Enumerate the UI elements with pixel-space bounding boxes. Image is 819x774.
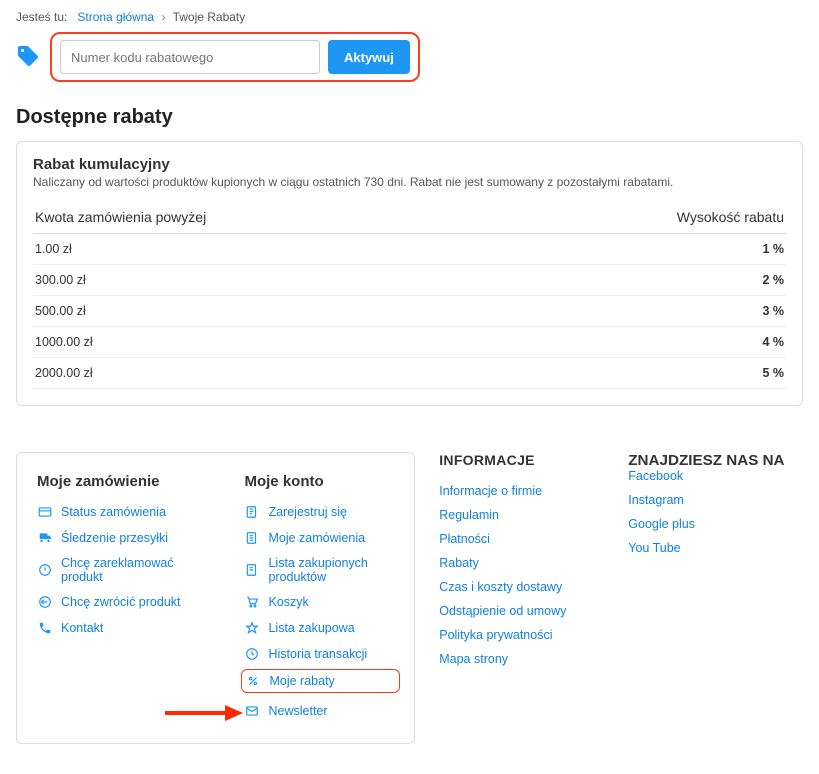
orders-icon [244,530,260,546]
truck-icon [37,530,53,546]
info-link[interactable]: Polityka prywatności [439,628,552,642]
table-row: 1000.00 zł4 % [33,327,786,358]
register-icon [244,504,260,520]
rabat-col-left: Kwota zamówienia powyżej [33,203,494,234]
info-link[interactable]: Czas i koszty dostawy [439,580,562,594]
table-row: 2000.00 zł5 % [33,358,786,389]
info-col: INFORMACJE Informacje o firmie Regulamin… [439,452,604,676]
social-col: ZNAJDZIESZ NAS NA Facebook Instagram Goo… [628,452,803,565]
promo-code-box: Aktywuj [50,32,420,82]
wishlist-link[interactable]: Lista zakupowa [268,621,354,635]
social-link[interactable]: Facebook [628,469,683,483]
list-item: Chcę zwrócić produkt [37,594,184,610]
table-row: 1.00 zł1 % [33,234,786,265]
list-item: Śledzenie przesyłki [37,530,184,546]
breadcrumb-sep: › [161,10,165,24]
breadcrumb-current: Twoje Rabaty [173,10,246,24]
table-row: 300.00 zł2 % [33,265,786,296]
cart-icon [244,594,260,610]
order-title: Moje zamówienie [37,473,184,490]
list-item: Kontakt [37,620,184,636]
return-icon [37,594,53,610]
list-item: Moje rabaty [241,669,400,693]
list-item: Zarejestruj się [244,504,394,520]
star-icon [244,620,260,636]
social-title: ZNAJDZIESZ NAS NA [628,452,803,469]
list-item: Status zamówienia [37,504,184,520]
order-col: Moje zamówienie Status zamówienia Śledze… [37,473,184,729]
history-link[interactable]: Historia transakcji [268,647,367,661]
info-link[interactable]: Mapa strony [439,652,508,666]
info-title: INFORMACJE [439,452,604,468]
list-item: Koszyk [244,594,394,610]
info-link[interactable]: Regulamin [439,508,499,522]
activate-button[interactable]: Aktywuj [328,40,410,74]
account-title: Moje konto [244,473,394,490]
discount-icon [245,673,261,689]
contact-link[interactable]: Kontakt [61,621,103,635]
social-link[interactable]: You Tube [628,541,680,555]
info-link[interactable]: Informacje o firmie [439,484,542,498]
table-row: 500.00 zł3 % [33,296,786,327]
breadcrumb-label: Jesteś tu: [16,10,67,24]
list-item: Newsletter [244,703,394,719]
account-col: Moje konto Zarejestruj się Moje zamówien… [244,473,394,729]
promo-row: Aktywuj [16,32,803,82]
card-icon [37,504,53,520]
social-link[interactable]: Google plus [628,517,695,531]
left-panel: Moje zamówienie Status zamówienia Śledze… [16,452,415,744]
return-link[interactable]: Chcę zwrócić produkt [61,595,181,609]
arrow-annotation-icon [165,703,243,723]
list-item: Moje zamówienia [244,530,394,546]
order-status-link[interactable]: Status zamówienia [61,505,166,519]
breadcrumb: Jesteś tu: Strona główna › Twoje Rabaty [16,10,803,24]
cart-link[interactable]: Koszyk [268,595,308,609]
rabat-table: Kwota zamówienia powyżej Wysokość rabatu… [33,203,786,389]
register-link[interactable]: Zarejestruj się [268,505,347,519]
complaint-icon [37,562,53,578]
rabat-card: Rabat kumulacyjny Naliczany od wartości … [16,141,803,406]
footer: Moje zamówienie Status zamówienia Śledze… [16,452,803,744]
list-item: Lista zakupowa [244,620,394,636]
my-orders-link[interactable]: Moje zamówienia [268,531,365,545]
newsletter-link[interactable]: Newsletter [268,704,327,718]
list-item: Historia transakcji [244,646,394,662]
info-link[interactable]: Odstąpienie od umowy [439,604,566,618]
promo-code-input[interactable] [60,40,320,74]
info-link[interactable]: Rabaty [439,556,479,570]
phone-icon [37,620,53,636]
rabat-title: Rabat kumulacyjny [33,156,786,173]
my-discounts-link[interactable]: Moje rabaty [269,674,334,688]
mail-icon [244,703,260,719]
breadcrumb-home[interactable]: Strona główna [77,10,154,24]
purchased-icon [244,562,260,578]
social-link[interactable]: Instagram [628,493,684,507]
rabat-col-right: Wysokość rabatu [494,203,786,234]
rabat-desc: Naliczany od wartości produktów kupionyc… [33,175,786,189]
tag-icon [16,44,40,71]
history-icon [244,646,260,662]
info-link[interactable]: Płatności [439,532,490,546]
section-title: Dostępne rabaty [16,106,803,129]
track-link[interactable]: Śledzenie przesyłki [61,531,168,545]
